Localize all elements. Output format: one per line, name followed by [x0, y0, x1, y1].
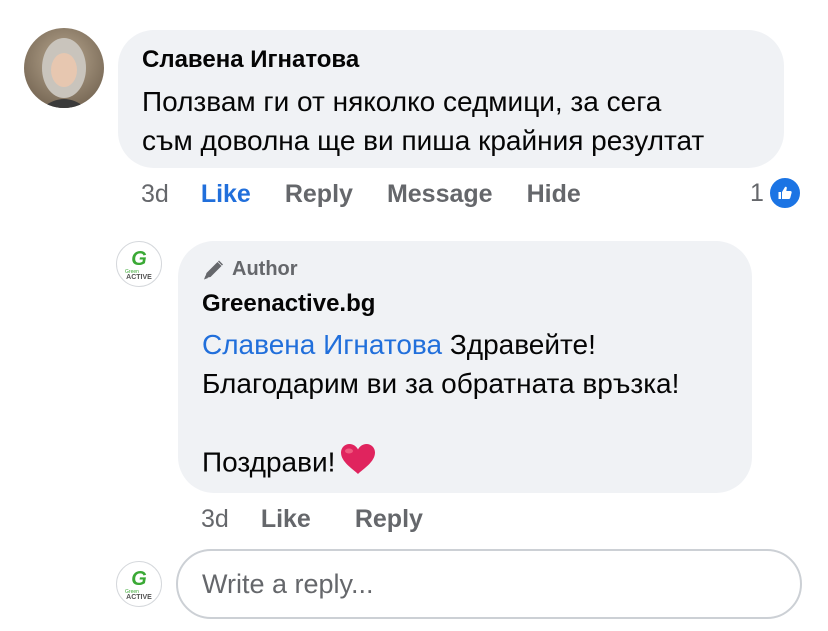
comment-text-line: Ползвам ги от няколко седмици, за сега	[142, 86, 662, 117]
reply-text-fragment: Здравейте!	[442, 329, 596, 360]
hide-button[interactable]: Hide	[527, 180, 581, 209]
comment-thread: Славена Игнатова Ползвам ги от няколко с…	[0, 0, 828, 631]
comment-text-line: съм доволна ще ви пиша крайния резултат	[142, 125, 705, 156]
comment-text: Ползвам ги от няколко седмици, за сега с…	[142, 82, 704, 160]
reply-button[interactable]: Reply	[355, 505, 423, 534]
current-user-avatar[interactable]: G Green ACTIVE	[116, 561, 162, 607]
reaction-count: 1	[750, 178, 764, 207]
author-badge-label: Author	[232, 258, 298, 280]
reply-blank-line	[202, 403, 679, 442]
brand-logo-avatar[interactable]: G Green ACTIVE	[116, 241, 162, 287]
thumbs-up-icon	[767, 176, 802, 210]
comment-bubble: Славена Игнатова Ползвам ги от няколко с…	[118, 30, 784, 168]
reply-text-line: Славена Игнатова Здравейте!	[202, 325, 679, 364]
heart-icon	[339, 442, 377, 486]
reply-actions: 3d Like Reply	[201, 505, 467, 534]
reply-text-fragment: Поздрави!	[202, 446, 336, 478]
reply-bubble: Author Greenactive.bg Славена Игнатова З…	[178, 241, 752, 493]
like-button[interactable]: Like	[261, 505, 311, 534]
reply-text-line: Поздрави!	[202, 442, 679, 486]
reply-text-line: Благодарим ви за обратната връзка!	[202, 368, 680, 399]
avatar[interactable]	[24, 28, 104, 108]
brand-logo-bottom-text: ACTIVE	[126, 594, 152, 601]
reply-author[interactable]: Greenactive.bg	[202, 290, 375, 318]
like-button[interactable]: Like	[201, 180, 251, 209]
author-badge: Author	[202, 258, 298, 281]
comment-timestamp[interactable]: 3d	[141, 180, 169, 209]
message-button[interactable]: Message	[387, 180, 493, 209]
reply-button[interactable]: Reply	[285, 180, 353, 209]
brand-logo-bottom-text: ACTIVE	[126, 274, 152, 281]
reaction-summary[interactable]: 1	[750, 176, 802, 210]
mention-link[interactable]: Славена Игнатова	[202, 329, 442, 360]
comment-author[interactable]: Славена Игнатова	[142, 46, 359, 74]
brand-logo-letter: G	[131, 568, 147, 590]
reply-timestamp[interactable]: 3d	[201, 505, 229, 534]
brand-logo-letter: G	[131, 248, 147, 270]
reply-input[interactable]	[176, 549, 802, 619]
reply-text: Славена Игнатова Здравейте! Благодарим в…	[202, 325, 679, 486]
comment-actions: 3d Like Reply Message Hide	[141, 180, 615, 209]
pencil-icon	[202, 259, 226, 281]
